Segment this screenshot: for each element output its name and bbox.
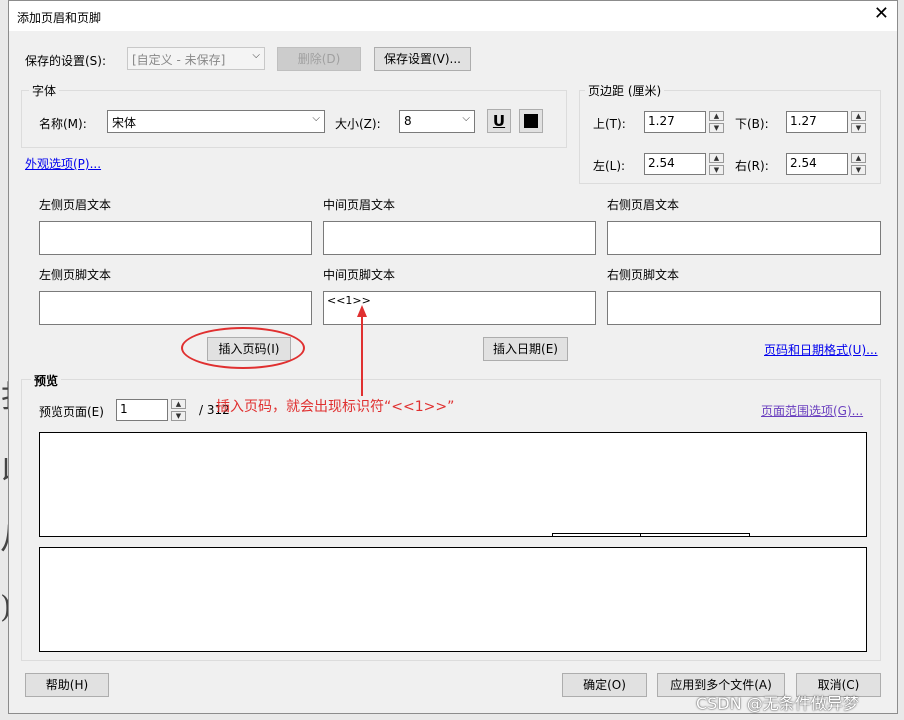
- insert-date-button[interactable]: 插入日期(E): [483, 337, 568, 361]
- header-footer-dialog: 添加页眉和页脚 ✕ 保存的设置(S): [自定义 - 未保存] ⌵ 删除(D) …: [8, 0, 898, 714]
- spin-up-icon[interactable]: ▲: [709, 153, 724, 163]
- appearance-options-link[interactable]: 外观选项(P)...: [25, 155, 101, 172]
- right-footer-label: 右侧页脚文本: [607, 268, 680, 282]
- center-footer-label: 中间页脚文本: [323, 268, 396, 282]
- preview-page-label: 预览页面(E): [39, 405, 104, 419]
- preview-page-spinner[interactable]: 1 ▲ ▼: [116, 399, 186, 421]
- font-name-select[interactable]: 宋体 ⌵: [107, 110, 325, 133]
- save-settings-button[interactable]: 保存设置(V)...: [374, 47, 471, 71]
- margin-top-value: 1.27: [648, 114, 675, 128]
- color-swatch-icon: [524, 114, 538, 128]
- margin-top-label: 上(T):: [593, 117, 626, 131]
- margin-right-spinner[interactable]: 2.54 ▲ ▼: [786, 153, 866, 175]
- margin-bottom-label: 下(B):: [735, 117, 769, 131]
- preview-page-value: 1: [120, 402, 128, 416]
- margin-bottom-spinner[interactable]: 1.27 ▲ ▼: [786, 111, 866, 133]
- dialog-title: 添加页眉和页脚: [17, 11, 102, 25]
- spin-up-icon[interactable]: ▲: [709, 111, 724, 121]
- spin-down-icon[interactable]: ▼: [851, 165, 866, 175]
- ok-button[interactable]: 确定(O): [562, 673, 647, 697]
- saved-settings-value: [自定义 - 未保存]: [132, 53, 226, 67]
- annotation-ellipse: [181, 327, 305, 369]
- annotation-arrow-icon: [357, 305, 367, 396]
- underline-icon: U: [492, 112, 506, 130]
- page-date-format-link[interactable]: 页码和日期格式(U)...: [764, 341, 878, 358]
- header-preview-area: [39, 432, 867, 537]
- preview-section-title: 预览: [31, 372, 62, 389]
- margin-left-label: 左(L):: [593, 159, 626, 173]
- margin-left-value: 2.54: [648, 156, 675, 170]
- watermark: CSDN @无条件做异梦: [696, 694, 859, 713]
- margin-right-value: 2.54: [790, 156, 817, 170]
- margins-section-title: 页边距 (厘米): [585, 82, 665, 99]
- left-footer-input[interactable]: [39, 291, 312, 325]
- chevron-down-icon: ⌵: [312, 113, 320, 124]
- spin-up-icon[interactable]: ▲: [851, 153, 866, 163]
- spin-down-icon[interactable]: ▼: [709, 165, 724, 175]
- help-button[interactable]: 帮助(H): [25, 673, 109, 697]
- footer-preview-area: [39, 547, 867, 652]
- saved-settings-select[interactable]: [自定义 - 未保存] ⌵: [127, 47, 265, 70]
- preview-page-edge: [640, 533, 641, 537]
- left-header-label: 左侧页眉文本: [39, 198, 112, 212]
- margin-right-label: 右(R):: [735, 159, 769, 173]
- title-bar: 添加页眉和页脚 ✕: [9, 1, 897, 31]
- font-section-title: 字体: [29, 82, 60, 99]
- margin-left-spinner[interactable]: 2.54 ▲ ▼: [644, 153, 724, 175]
- underline-button[interactable]: U: [487, 109, 511, 133]
- margin-bottom-value: 1.27: [790, 114, 817, 128]
- preview-page-edge: [552, 533, 750, 537]
- page-range-options-link[interactable]: 页面范围选项(G)...: [761, 402, 863, 419]
- spin-down-icon[interactable]: ▼: [709, 123, 724, 133]
- left-footer-label: 左侧页脚文本: [39, 268, 112, 282]
- spin-up-icon[interactable]: ▲: [851, 111, 866, 121]
- left-header-input[interactable]: [39, 221, 312, 255]
- margin-top-spinner[interactable]: 1.27 ▲ ▼: [644, 111, 724, 133]
- font-color-button[interactable]: [519, 109, 543, 133]
- font-name-label: 名称(M):: [39, 117, 87, 131]
- right-footer-input[interactable]: [607, 291, 881, 325]
- chevron-down-icon: ⌵: [462, 113, 470, 124]
- spin-down-icon[interactable]: ▼: [171, 411, 186, 421]
- saved-settings-label: 保存的设置(S):: [25, 54, 107, 68]
- center-header-label: 中间页眉文本: [323, 198, 396, 212]
- center-header-input[interactable]: [323, 221, 596, 255]
- font-size-value: 8: [404, 114, 412, 128]
- right-header-input[interactable]: [607, 221, 881, 255]
- font-name-value: 宋体: [112, 116, 137, 130]
- chevron-down-icon: ⌵: [252, 50, 260, 61]
- spin-up-icon[interactable]: ▲: [171, 399, 186, 409]
- font-size-select[interactable]: 8 ⌵: [399, 110, 475, 133]
- font-size-label: 大小(Z):: [335, 117, 381, 131]
- annotation-text: 插入页码，就会出现标识符“<<1>>”: [216, 399, 455, 415]
- close-icon[interactable]: ✕: [874, 5, 889, 23]
- right-header-label: 右侧页眉文本: [607, 198, 680, 212]
- spin-down-icon[interactable]: ▼: [851, 123, 866, 133]
- delete-button[interactable]: 删除(D): [277, 47, 361, 71]
